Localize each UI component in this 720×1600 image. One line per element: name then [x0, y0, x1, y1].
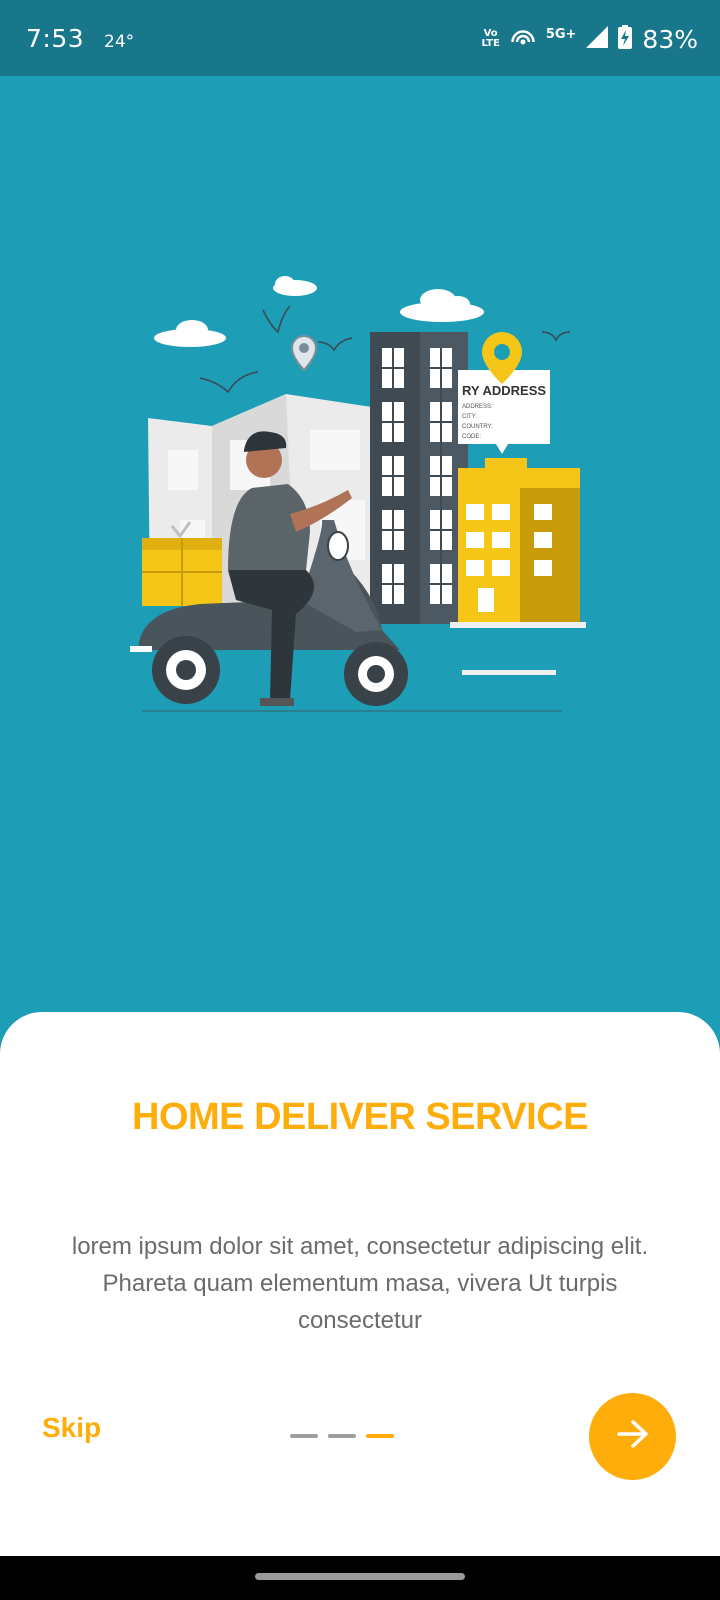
address-card-title: RY ADDRESS: [462, 383, 546, 398]
status-temperature: 24°: [104, 32, 135, 52]
status-time: 7:53: [26, 24, 85, 53]
page-dash-2: [328, 1434, 356, 1438]
next-button[interactable]: [589, 1393, 676, 1480]
page-dash-1: [290, 1434, 318, 1438]
status-bar: 7:53 24° Vo LTE 5G+ 83%: [0, 0, 720, 76]
onboarding-title: HOME DELIVER SERVICE: [132, 1096, 588, 1138]
status-icons: Vo LTE 5G+ 83%: [481, 24, 698, 54]
system-nav-bar: [0, 1556, 720, 1600]
volte-icon: Vo LTE: [481, 28, 500, 49]
hotspot-icon: [510, 26, 536, 53]
battery-charging-icon: [618, 24, 633, 54]
address-card-line: CODE:: [462, 434, 481, 440]
onboarding-screen: 7:53 24° Vo LTE 5G+ 83% RY ADDRESS ADDRE…: [0, 0, 720, 1600]
page-indicator: [290, 1434, 394, 1438]
signal-icon: [586, 25, 609, 53]
battery-level: 83%: [642, 24, 698, 54]
skip-button[interactable]: Skip: [42, 1412, 101, 1444]
address-card-line: CITY:: [462, 414, 477, 420]
page-dash-3-active: [366, 1434, 394, 1438]
arrow-right-icon: [616, 1419, 650, 1454]
network-type: 5G+: [545, 26, 577, 42]
onboarding-sheet: HOME DELIVER SERVICE lorem ipsum dolor s…: [0, 1012, 720, 1556]
address-card-line: ADDRESS:: [462, 404, 493, 410]
address-card-line: COUNTRY:: [462, 424, 493, 430]
delivery-illustration: RY ADDRESS ADDRESS: CITY: COUNTRY: CODE:: [120, 270, 600, 730]
onboarding-description: lorem ipsum dolor sit amet, consectetur …: [71, 1233, 649, 1334]
home-gesture-handle[interactable]: [255, 1573, 465, 1580]
